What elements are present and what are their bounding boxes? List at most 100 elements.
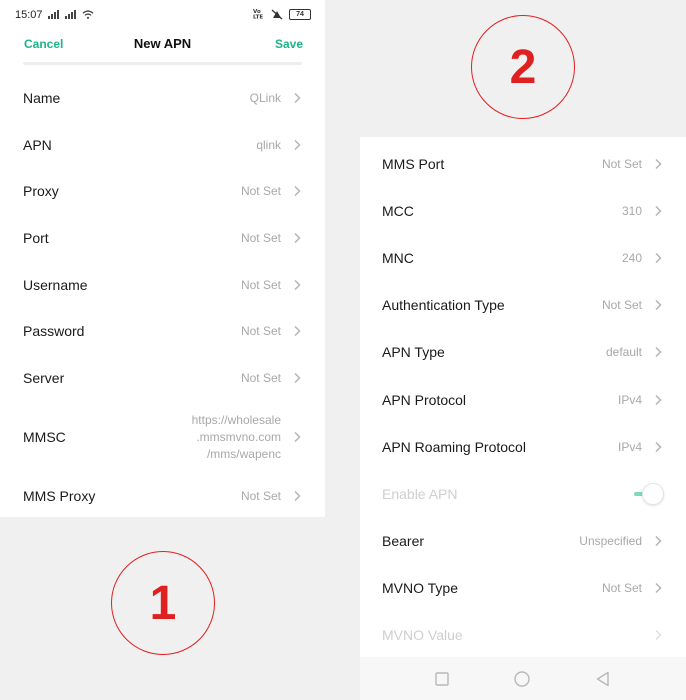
setting-value: Not Set bbox=[240, 489, 281, 504]
apn-settings-list-2: MMS Port Not Set MCC 310 MNC 240 Authent… bbox=[360, 140, 686, 659]
chevron-right-icon bbox=[294, 326, 301, 337]
setting-row-mms-proxy[interactable]: MMS Proxy Not Set bbox=[0, 473, 325, 520]
setting-label: Authentication Type bbox=[382, 297, 505, 314]
setting-value: default bbox=[605, 345, 642, 360]
wifi-icon bbox=[82, 10, 94, 19]
setting-value: Unspecified bbox=[579, 534, 642, 549]
setting-label: Port bbox=[23, 230, 49, 247]
setting-label: Server bbox=[23, 369, 65, 386]
apn-settings-list-1: Name QLink APN qlink Proxy Not Set Port … bbox=[0, 75, 325, 520]
setting-label: Username bbox=[23, 276, 88, 293]
svg-text:LTE: LTE bbox=[253, 15, 263, 20]
header-divider bbox=[23, 62, 302, 65]
chevron-right-icon bbox=[655, 347, 662, 358]
panel-step-1: 15:07 Vo LTE 74 Cancel New APN Save Name… bbox=[0, 0, 325, 517]
chevron-right-icon bbox=[294, 233, 301, 244]
setting-row-mmsc[interactable]: MMSC https://wholesale .mmsmvno.com /mms… bbox=[0, 401, 325, 473]
setting-row-mcc[interactable]: MCC 310 bbox=[360, 187, 686, 234]
step-2-annotation: 2 bbox=[471, 15, 575, 119]
setting-value-multiline: https://wholesale .mmsmvno.com /mms/wape… bbox=[192, 412, 281, 463]
save-button[interactable]: Save bbox=[275, 37, 303, 51]
triangle-back-icon[interactable] bbox=[594, 670, 612, 688]
setting-label: Bearer bbox=[382, 533, 425, 550]
setting-value: Not Set bbox=[601, 298, 642, 313]
chevron-right-icon bbox=[655, 583, 662, 594]
setting-row-mvno-value[interactable]: MVNO Value bbox=[360, 612, 686, 659]
setting-value: Not Set bbox=[240, 277, 281, 292]
setting-label: APN Protocol bbox=[382, 391, 467, 408]
setting-label: Proxy bbox=[23, 183, 59, 200]
chevron-right-icon bbox=[655, 441, 662, 452]
enable-apn-toggle[interactable] bbox=[630, 482, 664, 505]
chevron-right-icon bbox=[294, 491, 301, 502]
setting-row-apn[interactable]: APN qlink bbox=[0, 122, 325, 169]
setting-label: MMSC bbox=[23, 429, 66, 446]
setting-row-apn-roaming-protocol[interactable]: APN Roaming Protocol IPv4 bbox=[360, 423, 686, 470]
setting-row-username[interactable]: Username Not Set bbox=[0, 261, 325, 308]
setting-row-mvno-type[interactable]: MVNO Type Not Set bbox=[360, 565, 686, 612]
chevron-right-icon bbox=[655, 536, 662, 547]
panel-step-2: MMS Port Not Set MCC 310 MNC 240 Authent… bbox=[360, 137, 686, 700]
setting-value: Not Set bbox=[240, 370, 281, 385]
setting-label: MCC bbox=[382, 202, 414, 219]
chevron-right-icon bbox=[294, 372, 301, 383]
chevron-right-icon bbox=[655, 630, 662, 641]
setting-value: Not Set bbox=[601, 156, 642, 171]
volte-icon: Vo LTE bbox=[253, 9, 263, 21]
setting-label: MMS Proxy bbox=[23, 488, 96, 505]
volte-badge: Vo LTE bbox=[253, 8, 265, 21]
battery-icon: 74 bbox=[289, 9, 311, 20]
setting-value: 310 bbox=[621, 203, 642, 218]
status-time: 15:07 bbox=[15, 9, 43, 21]
chevron-right-icon bbox=[294, 279, 301, 290]
setting-label: MVNO Type bbox=[382, 580, 458, 597]
setting-value: Not Set bbox=[240, 324, 281, 339]
chevron-right-icon bbox=[294, 139, 301, 150]
signal-icon bbox=[65, 10, 76, 19]
step-1-annotation: 1 bbox=[111, 551, 215, 655]
setting-row-bearer[interactable]: Bearer Unspecified bbox=[360, 518, 686, 565]
setting-row-port[interactable]: Port Not Set bbox=[0, 215, 325, 262]
circle-icon[interactable] bbox=[513, 670, 531, 688]
setting-row-mms-port[interactable]: MMS Port Not Set bbox=[360, 140, 686, 187]
setting-row-apn-type[interactable]: APN Type default bbox=[360, 329, 686, 376]
chevron-right-icon bbox=[655, 252, 662, 263]
chevron-right-icon bbox=[655, 300, 662, 311]
setting-value: IPv4 bbox=[617, 439, 642, 454]
value-line: https://wholesale bbox=[191, 412, 281, 427]
setting-value: QLink bbox=[249, 91, 281, 106]
setting-label: MMS Port bbox=[382, 155, 445, 172]
navigation-bar bbox=[360, 657, 686, 700]
toggle-knob bbox=[642, 482, 664, 505]
chevron-right-icon bbox=[294, 432, 301, 443]
setting-label: Name bbox=[23, 90, 61, 107]
title-bar: Cancel New APN Save bbox=[0, 30, 325, 60]
chevron-right-icon bbox=[655, 394, 662, 405]
setting-row-enable-apn[interactable]: Enable APN bbox=[360, 470, 686, 517]
setting-label: APN Roaming Protocol bbox=[382, 438, 526, 455]
value-line: /mms/wapenc bbox=[206, 446, 281, 461]
square-icon[interactable] bbox=[433, 670, 451, 688]
setting-value: 240 bbox=[621, 250, 642, 265]
setting-label: Enable APN bbox=[382, 485, 458, 502]
value-line: .mmsmvno.com bbox=[196, 429, 281, 444]
setting-value: Not Set bbox=[240, 231, 281, 246]
status-right-icons: Vo LTE 74 bbox=[253, 8, 311, 21]
chevron-right-icon bbox=[655, 205, 662, 216]
setting-row-name[interactable]: Name QLink bbox=[0, 75, 325, 122]
setting-row-server[interactable]: Server Not Set bbox=[0, 355, 325, 402]
setting-value: Not Set bbox=[601, 581, 642, 596]
chevron-right-icon bbox=[294, 93, 301, 104]
setting-label: MNC bbox=[382, 249, 414, 266]
setting-label: APN bbox=[23, 136, 52, 153]
setting-row-mnc[interactable]: MNC 240 bbox=[360, 234, 686, 281]
setting-row-authentication-type[interactable]: Authentication Type Not Set bbox=[360, 282, 686, 329]
setting-row-proxy[interactable]: Proxy Not Set bbox=[0, 168, 325, 215]
mute-icon bbox=[271, 9, 283, 20]
signal-icon bbox=[48, 10, 59, 19]
setting-row-password[interactable]: Password Not Set bbox=[0, 308, 325, 355]
setting-label: Password bbox=[23, 323, 85, 340]
setting-row-apn-protocol[interactable]: APN Protocol IPv4 bbox=[360, 376, 686, 423]
status-bar: 15:07 Vo LTE 74 bbox=[0, 0, 325, 30]
chevron-right-icon bbox=[655, 158, 662, 169]
